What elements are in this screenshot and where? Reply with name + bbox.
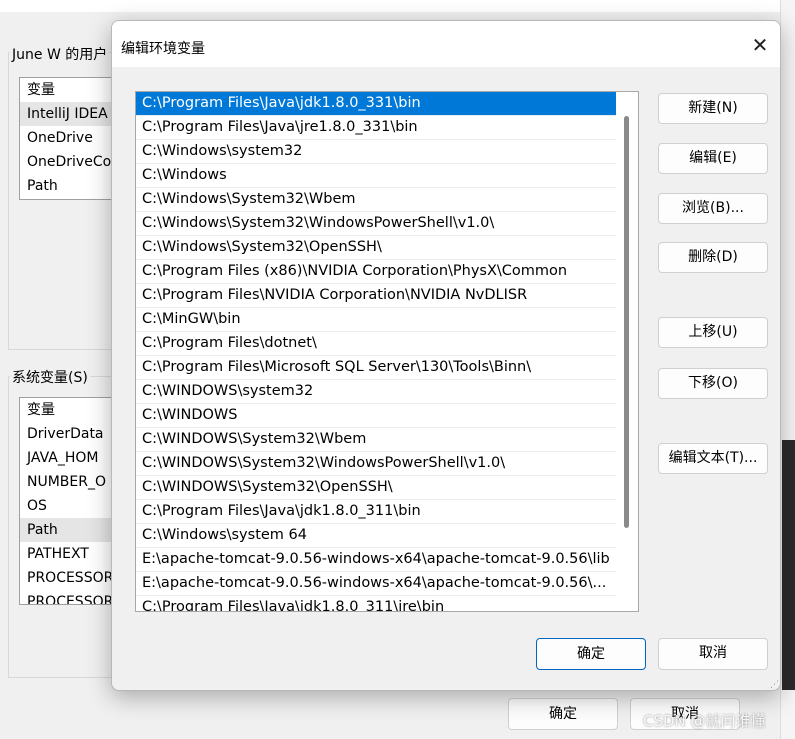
edit-button[interactable]: 编辑(E) bbox=[658, 143, 768, 174]
path-row[interactable]: C:\Windows\System32\OpenSSH\ bbox=[136, 236, 616, 260]
background-window-top bbox=[0, 0, 780, 12]
path-row[interactable]: C:\Windows\system32 bbox=[136, 140, 616, 164]
path-row[interactable]: C:\MinGW\bin bbox=[136, 308, 616, 332]
path-row[interactable]: C:\Program Files\Java\jre1.8.0_331\bin bbox=[136, 116, 616, 140]
delete-button[interactable]: 删除(D) bbox=[658, 242, 768, 273]
cancel-button[interactable]: 取消 bbox=[658, 638, 768, 670]
path-row[interactable]: C:\Program Files\Microsoft SQL Server\13… bbox=[136, 356, 616, 380]
user-vars-group-label: June W 的用户 bbox=[10, 44, 110, 64]
move-down-button[interactable]: 下移(O) bbox=[658, 368, 768, 399]
path-list[interactable]: C:\Program Files\Java\jdk1.8.0_331\bin C:… bbox=[135, 91, 639, 612]
ok-button[interactable]: 确定 bbox=[536, 638, 646, 670]
path-row[interactable]: C:\Program Files\Java\jdk1.8.0_331\bin bbox=[136, 92, 616, 116]
scrollbar[interactable] bbox=[624, 116, 629, 528]
path-row[interactable]: C:\WINDOWS\System32\OpenSSH\ bbox=[136, 476, 616, 500]
path-row[interactable]: C:\Windows\System32\WindowsPowerShell\v1… bbox=[136, 212, 616, 236]
edit-env-var-dialog: 编辑环境变量 ✕ C:\Program Files\Java\jdk1.8.0_… bbox=[111, 20, 781, 691]
move-up-button[interactable]: 上移(U) bbox=[658, 317, 768, 348]
system-vars-group-label: 系统变量(S) bbox=[10, 367, 90, 387]
path-row[interactable]: C:\WINDOWS\System32\WindowsPowerShell\v1… bbox=[136, 452, 616, 476]
browse-button[interactable]: 浏览(B)... bbox=[658, 193, 768, 224]
path-row[interactable]: C:\WINDOWS\system32 bbox=[136, 380, 616, 404]
watermark: CSDN @就问谁懂 bbox=[643, 712, 766, 730]
path-row[interactable]: E:\apache-tomcat-9.0.56-windows-x64\apac… bbox=[136, 548, 616, 572]
path-row[interactable]: C:\Program Files\NVIDIA Corporation\NVID… bbox=[136, 284, 616, 308]
path-row[interactable]: E:\apache-tomcat-9.0.56-windows-x64\apac… bbox=[136, 572, 616, 596]
title-bar: 编辑环境变量 ✕ bbox=[112, 21, 780, 57]
resize-grip-icon[interactable]: ⋰ bbox=[770, 680, 779, 690]
path-row[interactable]: C:\Windows\System32\Wbem bbox=[136, 188, 616, 212]
path-row[interactable]: C:\WINDOWS bbox=[136, 404, 616, 428]
path-row[interactable]: C:\Program Files\Java\jdk1.8.0_311\jre\b… bbox=[136, 596, 616, 611]
background-dark-panel bbox=[782, 440, 795, 690]
edit-text-button[interactable]: 编辑文本(T)... bbox=[658, 443, 768, 474]
path-row[interactable]: C:\Windows bbox=[136, 164, 616, 188]
new-button[interactable]: 新建(N) bbox=[658, 93, 768, 124]
close-icon[interactable]: ✕ bbox=[746, 31, 774, 59]
path-row[interactable]: C:\WINDOWS\System32\Wbem bbox=[136, 428, 616, 452]
dialog-title: 编辑环境变量 bbox=[121, 41, 205, 57]
path-row[interactable]: C:\Program Files\Java\jdk1.8.0_311\bin bbox=[136, 500, 616, 524]
path-row[interactable]: C:\Program Files (x86)\NVIDIA Corporatio… bbox=[136, 260, 616, 284]
path-row[interactable]: C:\Program Files\dotnet\ bbox=[136, 332, 616, 356]
path-row[interactable]: C:\Windows\system 64 bbox=[136, 524, 616, 548]
background-ok-button[interactable]: 确定 bbox=[508, 698, 618, 730]
